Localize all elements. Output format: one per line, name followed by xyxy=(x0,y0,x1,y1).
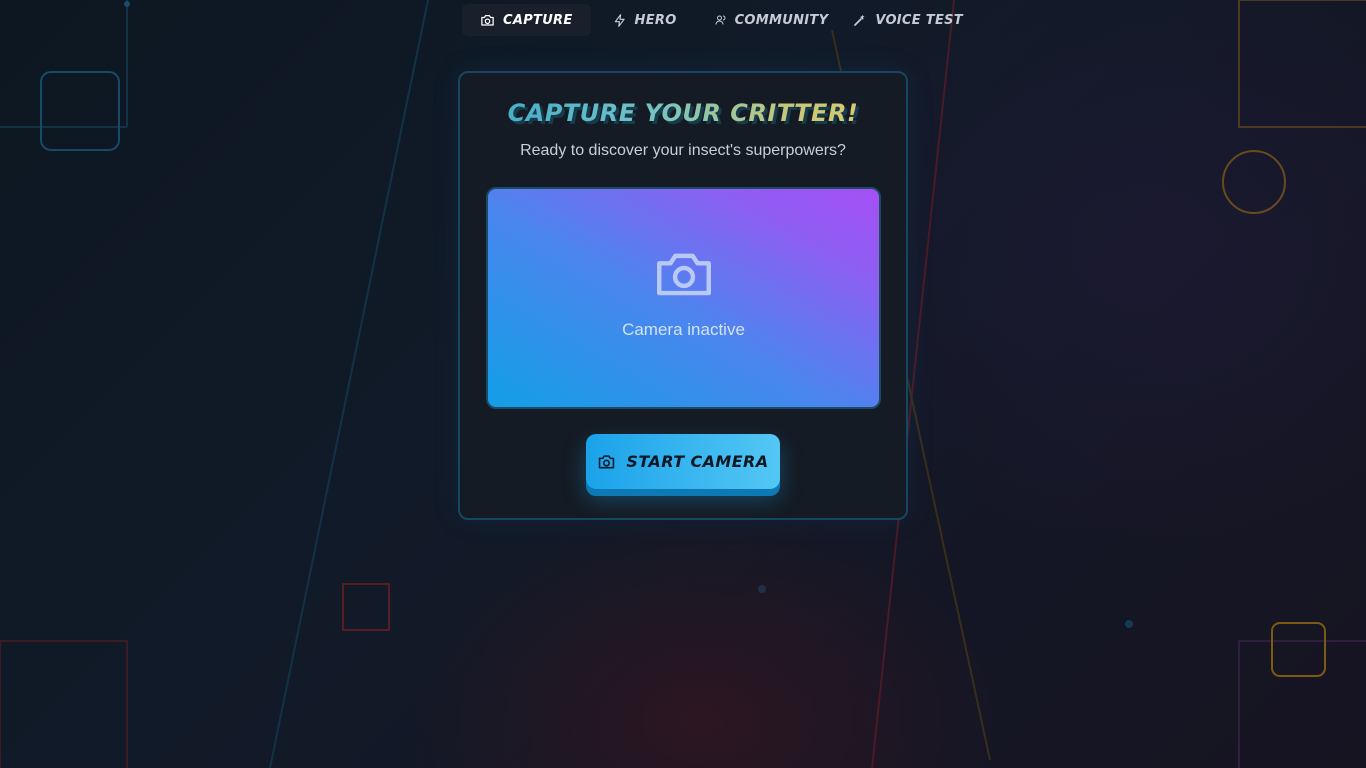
camera-icon xyxy=(481,15,494,26)
magic-wand-icon xyxy=(854,14,865,26)
tab-capture[interactable]: Capture xyxy=(462,4,591,36)
tab-label: Capture xyxy=(503,12,573,28)
main-nav: Capture Hero Community Voice Test xyxy=(462,4,973,36)
camera-icon xyxy=(599,455,615,469)
camera-preview: Camera inactive xyxy=(486,187,881,409)
tab-label: Hero xyxy=(634,12,677,28)
tab-hero[interactable]: Hero xyxy=(591,4,699,36)
start-camera-label: Start Camera xyxy=(626,452,769,471)
start-camera-button[interactable]: Start Camera xyxy=(586,434,780,489)
card-title: Capture Your Critter! xyxy=(460,99,906,127)
tab-label: Community xyxy=(734,12,829,28)
tab-voice-test[interactable]: Voice Test xyxy=(838,4,973,36)
tab-community[interactable]: Community xyxy=(699,4,839,36)
card-subtitle: Ready to discover your insect's superpow… xyxy=(520,142,846,159)
app-stage: Capture Hero Community Voice Test Captur… xyxy=(0,0,1366,768)
camera-status: Camera inactive xyxy=(622,320,745,339)
tab-label: Voice Test xyxy=(875,12,963,28)
camera-icon xyxy=(656,253,711,296)
users-icon xyxy=(715,15,726,25)
lightning-icon xyxy=(614,13,625,27)
capture-card: Capture Your Critter! Ready to discover … xyxy=(458,71,908,520)
